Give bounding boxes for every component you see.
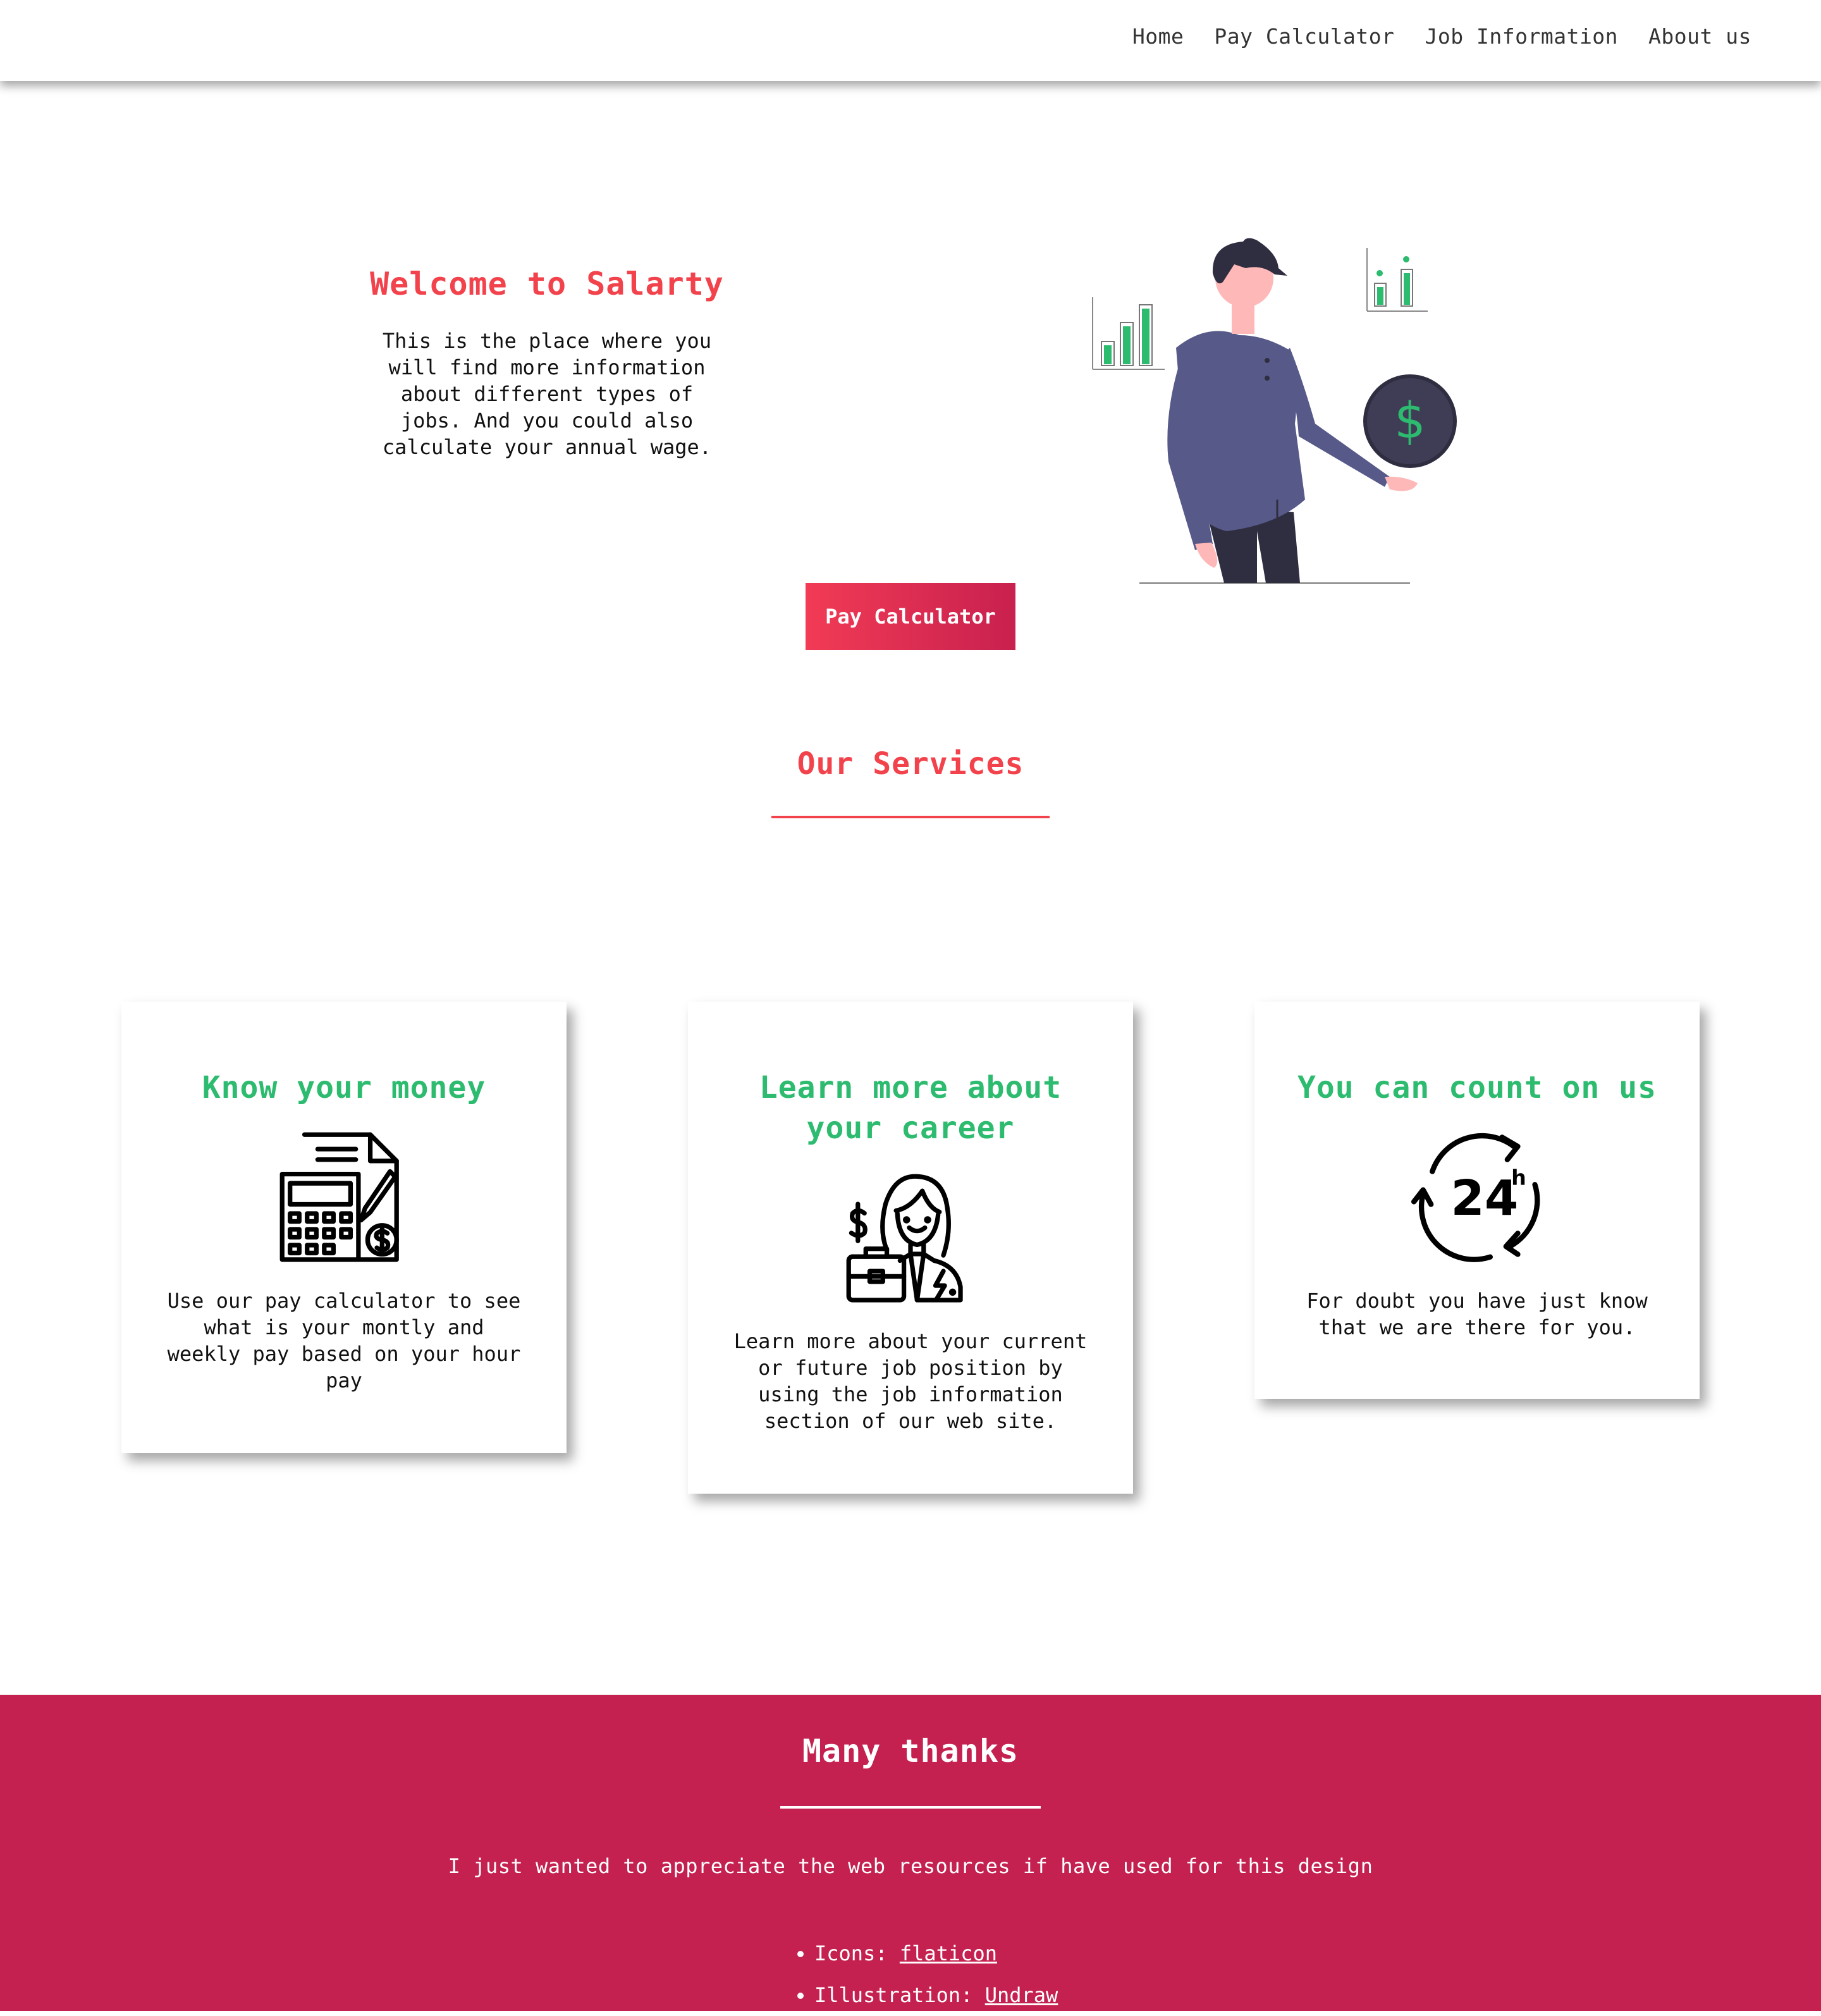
service-card-money: Know your money Use our pay calculator t… [121,1002,567,1453]
calculator-icon [279,1132,399,1262]
card-text: For doubt you have just know that we are… [1306,1289,1648,1339]
service-card-career: Learn more about your career Learn more … [688,1002,1133,1494]
card-text: Use our pay calculator to see what is yo… [167,1289,521,1392]
card-title: You can count on us [1297,1070,1657,1105]
navbar: Home Pay Calculator Job Information Abou… [0,0,1821,81]
services-title: Our Services [797,746,1024,782]
nav-links: Home Pay Calculator Job Information Abou… [1132,24,1751,49]
nav-home[interactable]: Home [1132,24,1184,49]
hero-text: Welcome to Salarty This is the place whe… [367,266,727,460]
footer: Many thanks I just wanted to appreciate … [0,1695,1821,2011]
service-card-support: You can count on us 24 h For doubt you h… [1254,1002,1700,1399]
pay-calculator-button[interactable]: Pay Calculator [806,583,1015,650]
svg-text:24: 24 [1450,1171,1518,1227]
nav-about-us[interactable]: About us [1648,24,1751,49]
nav-job-information[interactable]: Job Information [1425,24,1619,49]
credits-list: Icons: flaticon Illustration: Undraw [784,1933,1058,2016]
credit-item-icons: Icons: flaticon [814,1933,1058,1974]
flaticon-link[interactable]: flaticon [900,1941,997,1965]
card-title: Learn more about your career [759,1070,1062,1146]
credit-label: Illustration: [814,1983,985,2007]
svg-text:h: h [1511,1165,1526,1189]
dollar-coin-icon: $ [1363,374,1457,468]
finance-man-illustration: $ [1092,238,1457,584]
footer-text: I just wanted to appreciate the web reso… [448,1854,1373,1878]
hero-title: Welcome to Salarty [370,266,724,302]
footer-divider [780,1806,1041,1809]
services-divider [771,816,1050,818]
footer-title: Many thanks [802,1733,1019,1769]
svg-text:$: $ [1394,393,1426,450]
bar-chart-left-icon [1092,297,1165,370]
nav-pay-calculator[interactable]: Pay Calculator [1214,24,1394,49]
hero-description: This is the place where you will find mo… [382,329,712,459]
card-text: Learn more about your current or future … [733,1329,1088,1433]
credit-item-illustration: Illustration: Undraw [814,1974,1058,2016]
24h-support-icon: 24 h [1411,1133,1540,1262]
bar-chart-right-icon [1366,248,1428,312]
card-title: Know your money [202,1070,486,1105]
credit-label: Icons: [814,1941,900,1965]
businesswoman-icon [846,1174,963,1303]
undraw-link[interactable]: Undraw [985,1983,1058,2007]
